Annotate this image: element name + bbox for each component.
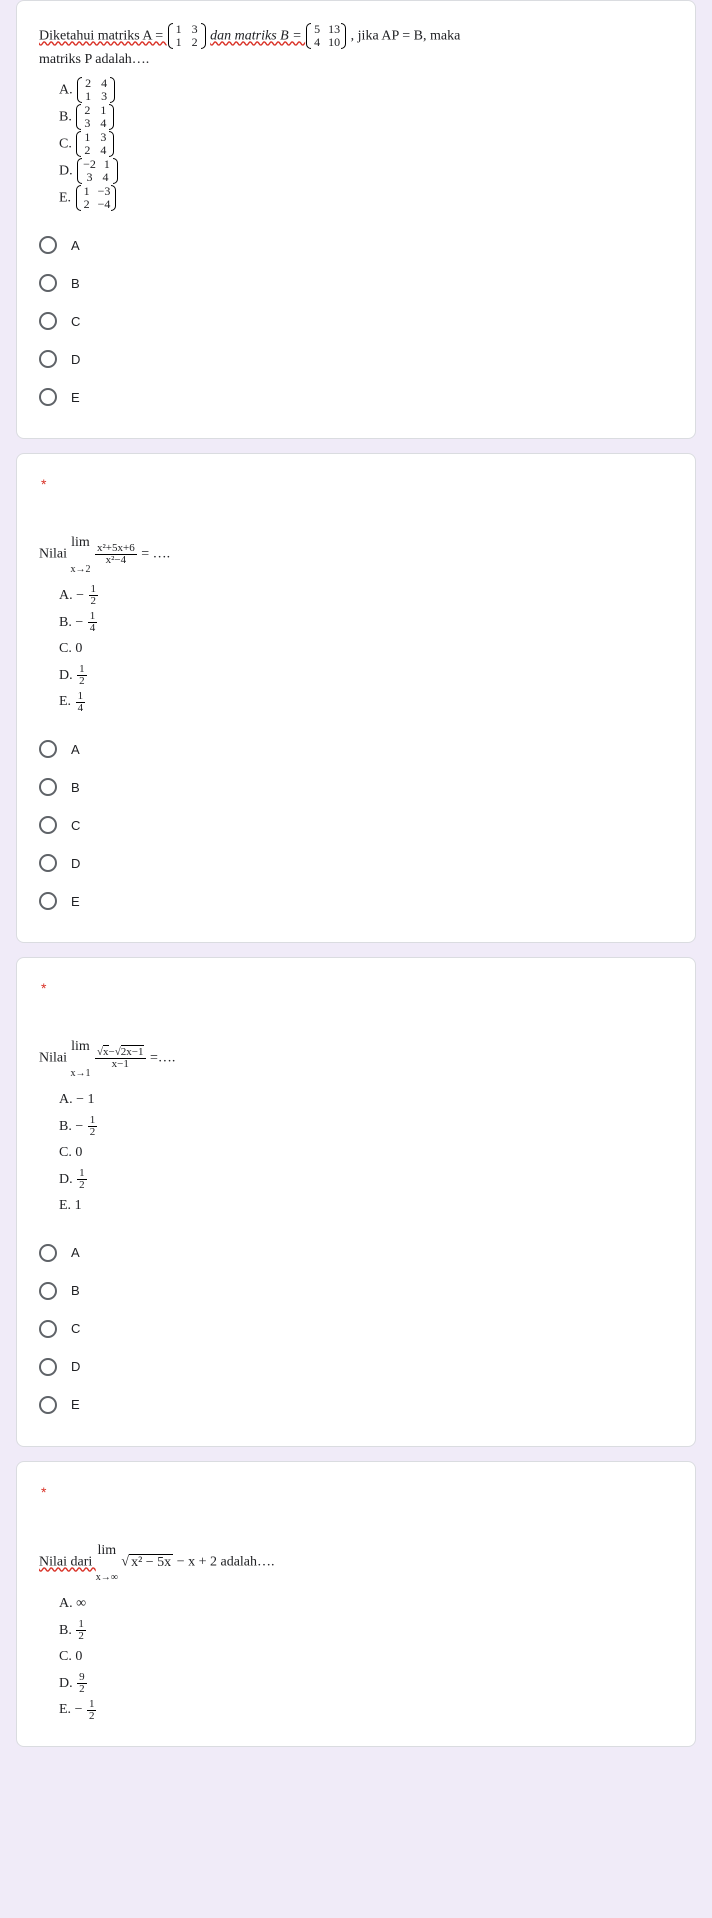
q1-option-D[interactable]: D — [39, 340, 673, 378]
radio-icon — [39, 778, 57, 796]
question-card-3: * Nilai limx→1 √x−√2x−1 x−1 =…. A. − 1 B… — [16, 957, 696, 1447]
q1-sub-E: E. 1−32−4 — [59, 185, 673, 212]
q3-sub-B: B. − 12 — [59, 1114, 673, 1141]
radio-icon — [39, 1320, 57, 1338]
question-text-1: Diketahui matriks A = 13 12 dan matriks … — [39, 23, 673, 71]
q2-option-C[interactable]: C — [39, 806, 673, 844]
required-marker: * — [39, 1484, 673, 1500]
q4-sub-D: D. 92 — [59, 1671, 673, 1698]
q3-option-E[interactable]: E — [39, 1386, 673, 1424]
radio-icon — [39, 350, 57, 368]
q2-sub-E: E. 14 — [59, 689, 673, 716]
q3-sub-C: C. 0 — [59, 1140, 673, 1167]
radio-icon — [39, 312, 57, 330]
q1-option-C[interactable]: C — [39, 302, 673, 340]
q3-option-A[interactable]: A — [39, 1234, 673, 1272]
radio-icon — [39, 236, 57, 254]
q2-options: A B C D E — [39, 730, 673, 920]
q3-sub-A: A. − 1 — [59, 1087, 673, 1114]
q4-sub-E: E. − 12 — [59, 1697, 673, 1724]
radio-icon — [39, 816, 57, 834]
radio-icon — [39, 854, 57, 872]
q3-option-D[interactable]: D — [39, 1348, 673, 1386]
radio-icon — [39, 388, 57, 406]
q3-option-C[interactable]: C — [39, 1310, 673, 1348]
q2-option-D[interactable]: D — [39, 844, 673, 882]
question-card-4: * Nilai dari limx→∞ √x² − 5x − x + 2 ada… — [16, 1461, 696, 1747]
q2-sub-D: D. 12 — [59, 663, 673, 690]
q4-sub-C: C. 0 — [59, 1644, 673, 1671]
q1-sub-C: C. 1324 — [59, 131, 673, 158]
question-card-2: * Nilai limx→2 x²+5x+6 x²−4 = …. A. − 12… — [16, 453, 696, 943]
question-text-2: Nilai limx→2 x²+5x+6 x²−4 = …. — [39, 532, 673, 577]
q4-sub-B: B. 12 — [59, 1618, 673, 1645]
required-marker: * — [39, 980, 673, 996]
q2-sub-B: B. − 14 — [59, 610, 673, 637]
question-text-3: Nilai limx→1 √x−√2x−1 x−1 =…. — [39, 1036, 673, 1081]
matrix-B: 513 410 — [306, 23, 346, 49]
q1-sub-D: D. −2134 — [59, 158, 673, 185]
q3-sub-D: D. 12 — [59, 1167, 673, 1194]
q1-options: A B C D E — [39, 226, 673, 416]
q2-sub-C: C. 0 — [59, 636, 673, 663]
q2-option-E[interactable]: E — [39, 882, 673, 920]
q2-option-B[interactable]: B — [39, 768, 673, 806]
q3-options: A B C D E — [39, 1234, 673, 1424]
q1-option-E[interactable]: E — [39, 378, 673, 416]
radio-icon — [39, 1358, 57, 1376]
q1-option-B[interactable]: B — [39, 264, 673, 302]
radio-icon — [39, 740, 57, 758]
question-card-1: Diketahui matriks A = 13 12 dan matriks … — [16, 0, 696, 439]
q3-sub-E: E. 1 — [59, 1193, 673, 1220]
q1-sub-A: A. 2413 — [59, 77, 673, 104]
matrix-A: 13 12 — [168, 23, 206, 49]
q1-option-A[interactable]: A — [39, 226, 673, 264]
question-text-4: Nilai dari limx→∞ √x² − 5x − x + 2 adala… — [39, 1540, 673, 1585]
q1-sub-B: B. 2134 — [59, 104, 673, 131]
q3-option-B[interactable]: B — [39, 1272, 673, 1310]
q2-option-A[interactable]: A — [39, 730, 673, 768]
radio-icon — [39, 1282, 57, 1300]
radio-icon — [39, 274, 57, 292]
radio-icon — [39, 1396, 57, 1414]
radio-icon — [39, 1244, 57, 1262]
q4-sub-A: A. ∞ — [59, 1591, 673, 1618]
required-marker: * — [39, 476, 673, 492]
q2-sub-A: A. − 12 — [59, 583, 673, 610]
radio-icon — [39, 892, 57, 910]
